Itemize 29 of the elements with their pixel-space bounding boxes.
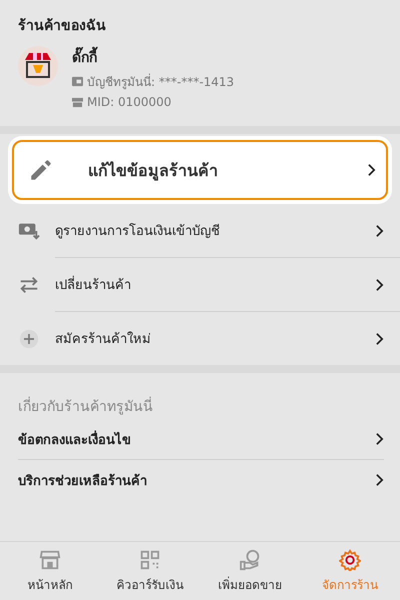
merchant-id: MID: 0100000 [87,95,172,109]
gear-icon [339,548,361,570]
menu-item[interactable]: บริการช่วยเหลือร้านค้า [18,460,384,500]
swap-icon [18,274,40,294]
add-icon [18,328,40,348]
chevron-icon [367,163,376,177]
nav-tab[interactable]: คิวอาร์รับเงิน [100,542,200,600]
section-heading: เกี่ยวกับร้านค้าทรูมันนี่ [18,395,153,417]
chevron-icon [375,473,384,487]
qr-code-icon [139,548,161,570]
menu-item[interactable]: ดูรายงานการโอนเงินเข้าบัญชี [0,204,400,257]
store-logo-icon [18,46,58,86]
menu-item[interactable]: เปลี่ยนร้านค้า [0,258,400,311]
store-icon [39,548,61,570]
menu-item[interactable]: สมัครร้านค้าใหม่ [0,312,400,365]
chevron-icon [375,332,384,346]
nav-tab[interactable]: หน้าหลัก [0,542,100,600]
menu-item[interactable]: ข้อตกลงและเงื่อนไข [18,419,384,459]
section-heading: ร้านค้าของฉัน [18,17,106,36]
store-name: ดั๊กกี้ [72,46,234,68]
hand-coin-icon [239,548,261,570]
shop-icon [72,96,83,108]
chevron-icon [375,278,384,292]
nav-tab[interactable]: เพิ่มยอดขาย [200,542,300,600]
wallet-icon [72,76,83,87]
chevron-icon [375,432,384,446]
account-number: บัญชีทรูมันนี่: ***-***-1413 [87,72,234,91]
money-transfer-icon [18,220,40,240]
chevron-icon [375,224,384,238]
